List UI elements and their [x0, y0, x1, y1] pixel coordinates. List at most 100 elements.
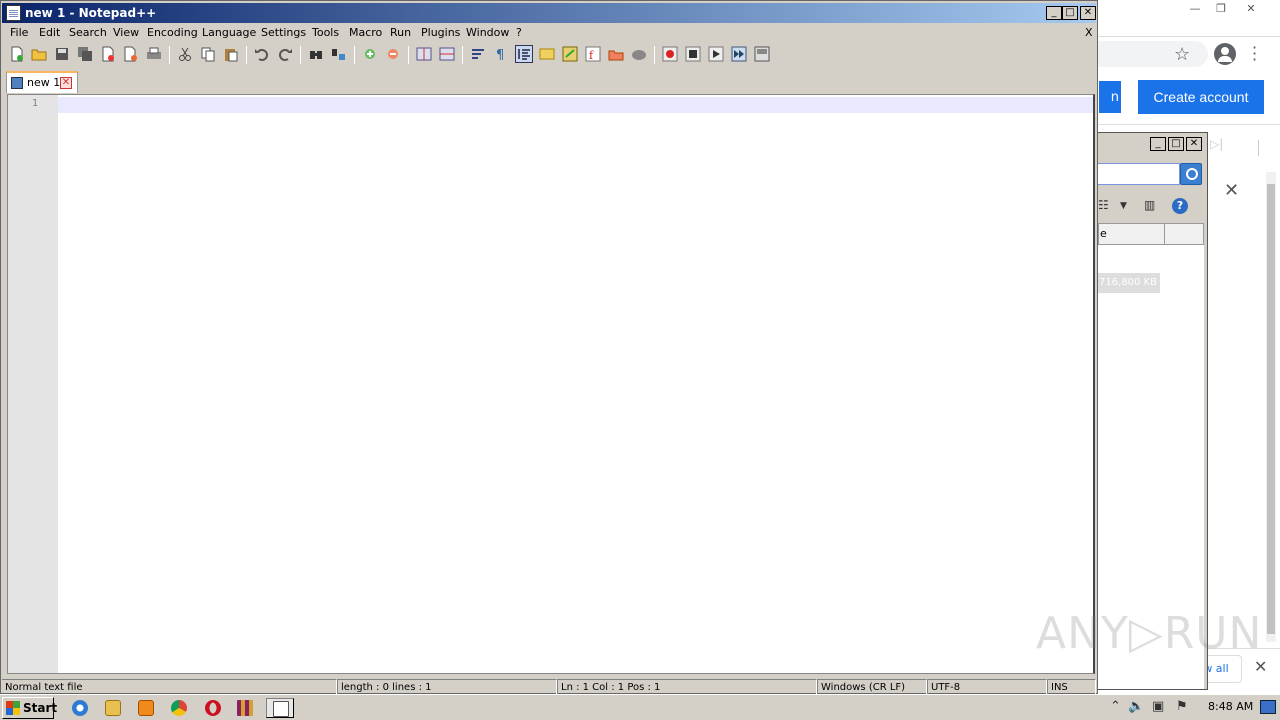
redo-icon[interactable]: [277, 46, 293, 62]
play-macro-icon[interactable]: [708, 46, 724, 62]
paste-icon[interactable]: [223, 46, 239, 62]
replace-icon[interactable]: [331, 46, 347, 62]
sync-vertical-icon[interactable]: [416, 46, 432, 62]
network-icon[interactable]: ▣: [1152, 699, 1164, 714]
chrome-omnibox[interactable]: [1098, 41, 1208, 67]
show-desktop-icon[interactable]: [1260, 700, 1276, 714]
save-icon[interactable]: [54, 46, 70, 62]
save-macro-icon[interactable]: [754, 46, 770, 62]
file-icon: [11, 77, 23, 89]
taskbar-chrome[interactable]: [165, 698, 193, 718]
media-end-icon[interactable]: ▷|: [1210, 137, 1223, 151]
chrome-close-button[interactable]: ✕: [1238, 1, 1264, 17]
maximize-button[interactable]: □: [1062, 6, 1078, 20]
document-map-icon[interactable]: [562, 46, 578, 62]
editor-area[interactable]: 1: [7, 94, 1095, 674]
menu-search[interactable]: Search: [69, 26, 107, 40]
menu-edit[interactable]: Edit: [39, 26, 60, 40]
word-wrap-icon[interactable]: [470, 46, 486, 62]
minimize-button[interactable]: _: [1046, 6, 1062, 20]
help-icon[interactable]: ?: [1172, 198, 1188, 214]
close-file-icon[interactable]: [100, 46, 116, 62]
explorer-close-button[interactable]: ✕: [1186, 137, 1202, 151]
user-defined-language-icon[interactable]: [539, 46, 555, 62]
folder-as-workspace-icon[interactable]: [608, 46, 624, 62]
zoom-in-icon[interactable]: [362, 46, 378, 62]
chrome-minimize-button[interactable]: —: [1182, 1, 1208, 17]
downloads-close-icon[interactable]: ✕: [1254, 657, 1267, 676]
chrome-menu-icon[interactable]: · · ·: [1252, 40, 1257, 68]
explorer-maximize-button[interactable]: □: [1168, 137, 1184, 151]
record-macro-icon[interactable]: [662, 46, 678, 62]
scrollbar[interactable]: [1266, 172, 1276, 642]
cut-icon[interactable]: [177, 46, 193, 62]
clock[interactable]: 8:48 AM: [1208, 700, 1253, 714]
action-center-flag-icon[interactable]: ⚑: [1176, 699, 1188, 714]
taskbar-opera[interactable]: [199, 698, 227, 718]
show-all-characters-icon[interactable]: ¶: [493, 46, 509, 62]
scrollbar-thumb[interactable]: [1267, 184, 1275, 634]
start-button[interactable]: Start: [2, 697, 57, 719]
folder-icon: [105, 700, 121, 716]
chevron-down-icon[interactable]: ▼: [1120, 201, 1127, 211]
volume-icon[interactable]: 🔈: [1128, 699, 1144, 714]
open-file-icon[interactable]: [31, 46, 47, 62]
bookmark-star-icon[interactable]: ☆: [1174, 44, 1190, 65]
menu-run[interactable]: Run: [390, 26, 411, 40]
function-list-icon[interactable]: f: [585, 46, 601, 62]
monitoring-icon[interactable]: [631, 46, 647, 62]
status-position: Ln : 1 Col : 1 Pos : 1: [557, 679, 817, 695]
show-hidden-icons-icon[interactable]: ⌃: [1110, 699, 1121, 714]
sync-horizontal-icon[interactable]: [439, 46, 455, 62]
menu-window[interactable]: Window: [466, 26, 509, 40]
create-account-button[interactable]: Create account: [1138, 80, 1264, 114]
view-icon[interactable]: ☷: [1098, 198, 1109, 212]
menu-settings[interactable]: Settings: [261, 26, 306, 40]
taskbar-notepad-plus-plus[interactable]: [266, 698, 294, 718]
account-icon[interactable]: [1214, 43, 1236, 65]
stop-macro-icon[interactable]: [685, 46, 701, 62]
watermark-logo: ANY▷RUN: [1036, 608, 1263, 659]
taskbar-winrar[interactable]: [231, 698, 259, 718]
windows-logo-icon: [6, 701, 20, 715]
menu-language[interactable]: Language: [202, 26, 256, 40]
status-file-type: Normal text file: [2, 679, 337, 695]
close-all-icon[interactable]: [123, 46, 139, 62]
save-all-icon[interactable]: [77, 46, 93, 62]
menu-file[interactable]: File: [10, 26, 28, 40]
run-macro-multiple-icon[interactable]: [731, 46, 747, 62]
explorer-minimize-button[interactable]: _: [1150, 137, 1166, 151]
menu-plugins[interactable]: Plugins: [421, 26, 460, 40]
column-size[interactable]: e: [1099, 224, 1165, 244]
tab-close-icon[interactable]: ✕: [60, 77, 72, 89]
panel-close-icon[interactable]: ✕: [1224, 180, 1239, 201]
print-icon[interactable]: [146, 46, 162, 62]
toolbar-separator: [654, 46, 655, 64]
close-button[interactable]: ✕: [1080, 6, 1096, 20]
copy-icon[interactable]: [200, 46, 216, 62]
sign-in-button[interactable]: n: [1098, 80, 1122, 114]
new-file-icon[interactable]: [9, 46, 25, 62]
menu-tools[interactable]: Tools: [312, 26, 339, 40]
menu-view[interactable]: View: [113, 26, 139, 40]
menu-help[interactable]: ?: [516, 26, 522, 40]
explorer-search-input[interactable]: [1098, 163, 1180, 185]
toolbar-separator: [462, 46, 463, 64]
indent-guide-icon[interactable]: [515, 45, 533, 63]
preview-pane-icon[interactable]: ▥: [1144, 198, 1155, 212]
winrar-icon: [237, 700, 253, 716]
chrome-restore-button[interactable]: ❐: [1208, 1, 1234, 17]
taskbar-explorer[interactable]: [99, 698, 127, 718]
find-icon[interactable]: [308, 46, 324, 62]
search-icon[interactable]: [1180, 163, 1202, 185]
file-size-cell[interactable]: 716,800 KB: [1098, 273, 1160, 293]
menu-encoding[interactable]: Encoding: [147, 26, 198, 40]
undo-icon[interactable]: [254, 46, 270, 62]
tab-new-1[interactable]: new 1 ✕: [6, 71, 78, 93]
zoom-out-icon[interactable]: [385, 46, 401, 62]
close-document-button[interactable]: X: [1085, 26, 1093, 39]
current-line-highlight[interactable]: [58, 97, 1093, 113]
menu-macro[interactable]: Macro: [349, 26, 382, 40]
taskbar-media-player[interactable]: [132, 698, 160, 718]
taskbar-ie[interactable]: [66, 698, 94, 718]
